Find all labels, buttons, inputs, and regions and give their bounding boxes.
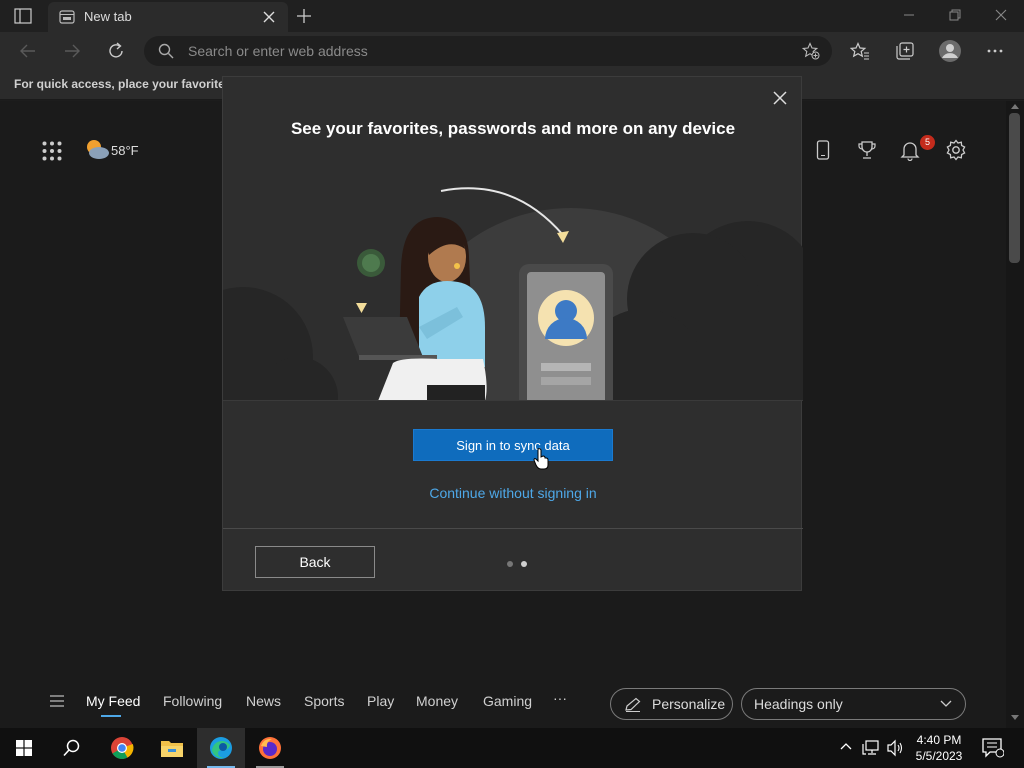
scroll-up-arrow-icon[interactable] [1011, 103, 1019, 109]
feed-tab-news[interactable]: News [246, 693, 281, 709]
feed-tab-sports[interactable]: Sports [304, 693, 344, 709]
feed-tab-my-feed[interactable]: My Feed [86, 693, 140, 709]
scrollbar-thumb[interactable] [1009, 113, 1020, 263]
firefox-app-icon[interactable] [246, 728, 294, 768]
tab-title: New tab [84, 9, 132, 24]
feed-menu-icon[interactable] [50, 695, 64, 707]
weather-temperature[interactable]: 58°F [111, 143, 139, 158]
scroll-down-arrow-icon[interactable] [1011, 715, 1019, 721]
feed-tab-gaming[interactable]: Gaming [483, 693, 532, 709]
active-tab-indicator [101, 715, 121, 717]
clock-date: 5/5/2023 [915, 749, 963, 763]
favorites-bar-hint: For quick access, place your favorites h [14, 77, 243, 91]
favorites-icon[interactable] [845, 36, 875, 66]
notification-count-badge: 5 [920, 135, 935, 150]
refresh-icon[interactable] [101, 36, 131, 66]
close-dialog-icon[interactable] [773, 91, 787, 105]
app-launcher-icon[interactable] [42, 141, 62, 161]
dialog-divider [223, 528, 803, 529]
layout-select-value: Headings only [754, 696, 843, 712]
profile-avatar[interactable] [935, 36, 965, 66]
tab-new-tab[interactable]: New tab [48, 2, 288, 32]
windows-start-icon[interactable] [0, 728, 48, 768]
layout-select[interactable]: Headings only [741, 688, 966, 720]
navigation-toolbar: Search or enter web address [0, 32, 1024, 70]
address-bar[interactable]: Search or enter web address [144, 36, 832, 66]
show-hidden-icons-chevron-icon[interactable] [840, 742, 852, 750]
action-center-notifications-icon[interactable] [982, 738, 1004, 758]
weather-partly-cloudy-icon[interactable] [84, 137, 110, 161]
phone-icon[interactable] [816, 140, 830, 160]
search-icon [158, 43, 174, 59]
taskbar-search-icon[interactable] [48, 728, 96, 768]
page-scrollbar[interactable] [1006, 101, 1024, 728]
notifications-bell-icon[interactable] [900, 139, 922, 161]
clock-time: 4:40 PM [916, 733, 962, 747]
system-clock[interactable]: 4:40 PM 5/5/2023 [910, 732, 968, 764]
network-icon[interactable] [862, 739, 880, 757]
forward-arrow-icon[interactable] [57, 36, 87, 66]
personalize-button[interactable]: Personalize [610, 688, 733, 720]
feed-tab-money[interactable]: Money [416, 693, 458, 709]
add-favorite-icon[interactable] [802, 42, 820, 60]
rewards-trophy-icon[interactable] [857, 140, 877, 160]
new-tab-plus-icon[interactable] [296, 8, 312, 24]
close-tab-icon[interactable] [262, 10, 276, 24]
page-indicator-dot-1 [507, 561, 513, 567]
restore-button[interactable] [932, 0, 978, 30]
back-button[interactable]: Back [255, 546, 375, 578]
dialog-title: See your favorites, passwords and more o… [290, 119, 736, 138]
mouse-pointer-hand-icon [533, 448, 549, 470]
collections-icon[interactable] [890, 36, 920, 66]
minimize-button[interactable] [886, 0, 932, 30]
page-indicator-dot-2-active [521, 561, 527, 567]
windows-taskbar: 4:40 PM 5/5/2023 [0, 728, 1024, 768]
sign-in-to-sync-button[interactable]: Sign in to sync data [413, 429, 613, 461]
feed-tab-play[interactable]: Play [367, 693, 394, 709]
file-explorer-icon[interactable] [148, 728, 196, 768]
feed-more-button[interactable]: ··· [553, 690, 567, 706]
chrome-app-icon[interactable] [98, 728, 146, 768]
more-options-icon[interactable] [980, 36, 1010, 66]
chevron-down-icon [940, 700, 952, 708]
personalize-label: Personalize [652, 696, 726, 712]
continue-without-signing-in-link[interactable]: Continue without signing in [223, 485, 803, 501]
feed-tab-following[interactable]: Following [163, 693, 222, 709]
sync-devices-illustration [223, 187, 803, 401]
back-arrow-icon[interactable] [13, 36, 43, 66]
volume-speaker-icon[interactable] [886, 739, 904, 757]
settings-gear-icon[interactable] [945, 139, 967, 161]
edit-pencil-icon [624, 697, 642, 713]
address-placeholder: Search or enter web address [188, 43, 368, 59]
title-bar: New tab [0, 0, 1024, 32]
sync-signin-dialog: See your favorites, passwords and more o… [222, 76, 803, 591]
close-window-button[interactable] [978, 0, 1024, 30]
edge-app-icon[interactable] [197, 728, 245, 768]
tab-actions-icon[interactable] [14, 8, 32, 24]
new-tab-page-icon [59, 10, 75, 24]
